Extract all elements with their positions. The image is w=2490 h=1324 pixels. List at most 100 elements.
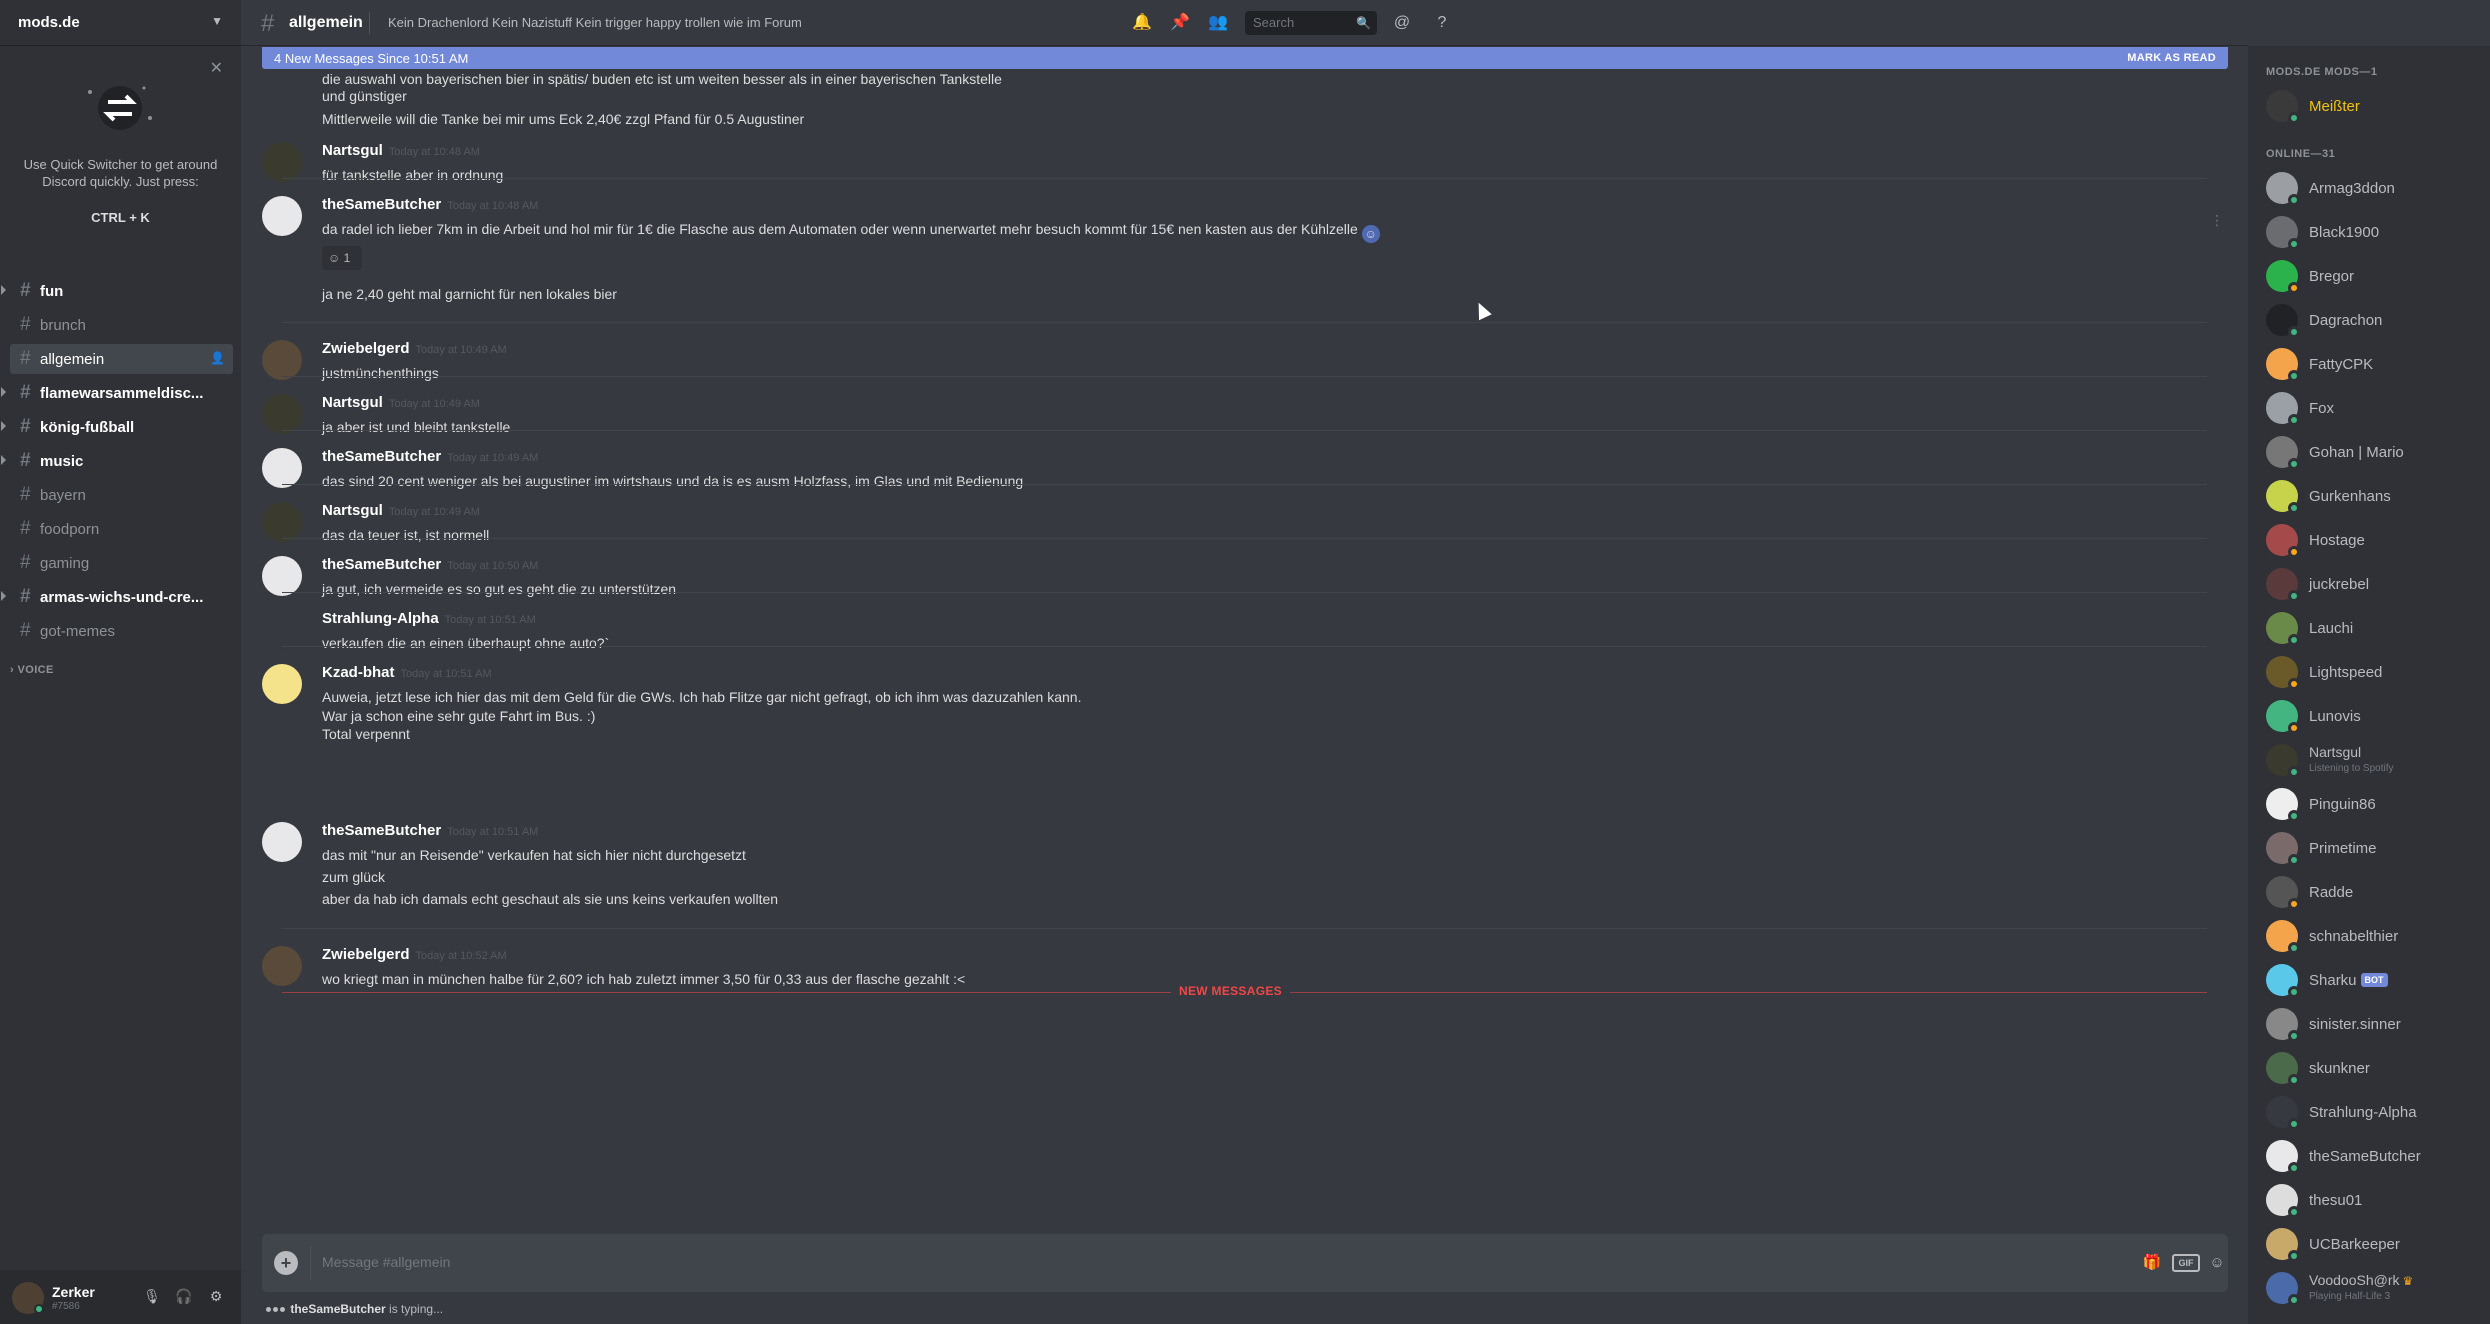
member-mei-ter[interactable]: Meißter (2266, 86, 2486, 126)
message-list: die auswahl von bayerischen bier in spät… (241, 46, 2248, 1226)
author-name[interactable]: theSameButcher (322, 196, 441, 213)
message-author[interactable]: Nartsgul Today at 10:48 AM (322, 142, 480, 159)
member-schnabelthier[interactable]: schnabelthier (2266, 916, 2486, 956)
member-gohan-mario[interactable]: Gohan | Mario (2266, 432, 2486, 472)
add-member-icon[interactable]: 👤 (210, 351, 225, 365)
message-author[interactable]: theSameButcher Today at 10:49 AM (322, 448, 538, 465)
member-strahlung-alpha[interactable]: Strahlung-Alpha (2266, 1092, 2486, 1132)
bell-icon[interactable]: 🔔 (1131, 12, 1153, 34)
member-sharku[interactable]: Sharku BOT (2266, 960, 2486, 1000)
message-author[interactable]: Kzad-bhat Today at 10:51 AM (322, 664, 492, 681)
sidebar-item-fun[interactable]: # fun (1, 276, 233, 306)
member-voodoosh-rk[interactable]: VoodooSh@rk ♛ Playing Half-Life 3 (2266, 1268, 2486, 1308)
avatar[interactable] (262, 196, 302, 236)
sidebar-item-armas-wichs-und-cre-[interactable]: # armas-wichs-und-cre... (1, 582, 233, 612)
mark-as-read-button[interactable]: MARK AS READ (2127, 52, 2216, 64)
reaction-button[interactable]: ☺ 1 (322, 246, 362, 270)
message-author[interactable]: theSameButcher Today at 10:48 AM (322, 196, 538, 213)
member-lightspeed[interactable]: Lightspeed (2266, 652, 2486, 692)
message-author[interactable]: Nartsgul Today at 10:49 AM (322, 394, 480, 411)
avatar[interactable] (262, 946, 302, 986)
sidebar-item-foodporn[interactable]: # foodporn (10, 514, 233, 544)
new-messages-label: NEW MESSAGES (1171, 984, 1290, 998)
help-icon[interactable]: ? (1431, 12, 1453, 34)
member-bregor[interactable]: Bregor (2266, 256, 2486, 296)
headphones-icon[interactable]: 🎧 (174, 1286, 194, 1306)
author-name[interactable]: Nartsgul (322, 394, 383, 411)
search-input[interactable]: Search 🔍 (1245, 11, 1377, 35)
member-nartsgul[interactable]: Nartsgul Listening to Spotify (2266, 740, 2486, 780)
author-name[interactable]: Nartsgul (322, 502, 383, 519)
upload-plus-icon[interactable]: + (274, 1251, 298, 1275)
avatar[interactable] (262, 394, 302, 434)
author-name[interactable]: theSameButcher (322, 448, 441, 465)
sidebar-item-bayern[interactable]: # bayern (10, 480, 233, 510)
message-author[interactable]: Zwiebelgerd Today at 10:49 AM (322, 340, 507, 357)
avatar[interactable] (262, 610, 302, 650)
sidebar-item-got-memes[interactable]: # got-memes (10, 616, 233, 646)
new-messages-banner[interactable]: 4 New Messages Since 10:51 AM MARK AS RE… (262, 47, 2228, 69)
avatar[interactable] (262, 822, 302, 862)
gift-icon[interactable]: 🎁 (2142, 1252, 2162, 1274)
author-name[interactable]: Zwiebelgerd (322, 340, 410, 357)
channel-topic[interactable]: Kein Drachenlord Kein Nazistuff Kein tri… (388, 15, 802, 30)
timestamp: Today at 10:49 AM (388, 506, 480, 518)
gear-icon[interactable]: ⚙ (206, 1286, 226, 1306)
search-icon: 🔍 (1356, 16, 1371, 30)
message-author[interactable]: Zwiebelgerd Today at 10:52 AM (322, 946, 507, 963)
emoji-picker-icon[interactable]: ☺ (2206, 1252, 2228, 1274)
member-lauchi[interactable]: Lauchi (2266, 608, 2486, 648)
sidebar-item-allgemein[interactable]: # allgemein 👤 (10, 344, 233, 374)
mention-icon[interactable]: @ (1391, 12, 1413, 34)
message-author[interactable]: Nartsgul Today at 10:49 AM (322, 502, 480, 519)
member-lunovis[interactable]: Lunovis (2266, 696, 2486, 736)
member-armag3ddon[interactable]: Armag3ddon (2266, 168, 2486, 208)
member-fox[interactable]: Fox (2266, 388, 2486, 428)
microphone-muted-icon[interactable]: 🎙 (142, 1286, 162, 1306)
message-author[interactable]: theSameButcher Today at 10:50 AM (322, 556, 538, 573)
guild-header[interactable]: mods.de ▼ (0, 0, 241, 46)
message-author[interactable]: Strahlung-Alpha Today at 10:51 AM (322, 610, 536, 627)
member-hostage[interactable]: Hostage (2266, 520, 2486, 560)
author-name[interactable]: theSameButcher (322, 556, 441, 573)
avatar[interactable] (262, 502, 302, 542)
member-black1900[interactable]: Black1900 (2266, 212, 2486, 252)
sidebar-item-music[interactable]: # music (1, 446, 233, 476)
author-name[interactable]: Nartsgul (322, 142, 383, 159)
sidebar-item-flamewarsammeldisc-[interactable]: # flamewarsammeldisc... (1, 378, 233, 408)
author-name[interactable]: Strahlung-Alpha (322, 610, 439, 627)
avatar[interactable] (262, 664, 302, 704)
author-name[interactable]: theSameButcher (322, 822, 441, 839)
author-name[interactable]: Kzad-bhat (322, 664, 395, 681)
avatar[interactable] (262, 556, 302, 596)
member-sinister-sinner[interactable]: sinister.sinner (2266, 1004, 2486, 1044)
gif-button[interactable]: GIF (2172, 1254, 2200, 1272)
member-ucbarkeeper[interactable]: UCBarkeeper (2266, 1224, 2486, 1264)
avatar[interactable] (262, 340, 302, 380)
member-radde[interactable]: Radde (2266, 872, 2486, 912)
sidebar-item-gaming[interactable]: # gaming (10, 548, 233, 578)
message-text-content: Auweia, jetzt lese ich hier das mit dem … (322, 689, 1082, 705)
member-pinguin86[interactable]: Pinguin86 (2266, 784, 2486, 824)
member-thesu01[interactable]: thesu01 (2266, 1180, 2486, 1220)
member-gurkenhans[interactable]: Gurkenhans (2266, 476, 2486, 516)
member-juckrebel[interactable]: juckrebel (2266, 564, 2486, 604)
member-skunkner[interactable]: skunkner (2266, 1048, 2486, 1088)
member-thesamebutcher[interactable]: theSameButcher (2266, 1136, 2486, 1176)
members-icon[interactable]: 👥 (1207, 12, 1229, 34)
member-fattycpk[interactable]: FattyCPK (2266, 344, 2486, 384)
message-text: ja ne 2,40 geht mal garnicht für nen lok… (322, 286, 617, 302)
close-icon[interactable]: ✕ (210, 58, 223, 78)
member-primetime[interactable]: Primetime (2266, 828, 2486, 868)
message-input[interactable]: Message #allgemein (322, 1254, 450, 1270)
avatar[interactable] (262, 448, 302, 488)
member-dagrachon[interactable]: Dagrachon (2266, 300, 2486, 340)
pin-icon[interactable]: 📌 (1169, 12, 1191, 34)
voice-category[interactable]: › VOICE (0, 664, 54, 676)
avatar[interactable] (262, 142, 302, 182)
author-name[interactable]: Zwiebelgerd (322, 946, 410, 963)
sidebar-item-brunch[interactable]: # brunch (10, 310, 233, 340)
sidebar-item-k-nig-fu-ball[interactable]: # könig-fußball (1, 412, 233, 442)
message-author[interactable]: theSameButcher Today at 10:51 AM (322, 822, 538, 839)
more-options-icon[interactable]: ⋮ (2210, 212, 2224, 229)
